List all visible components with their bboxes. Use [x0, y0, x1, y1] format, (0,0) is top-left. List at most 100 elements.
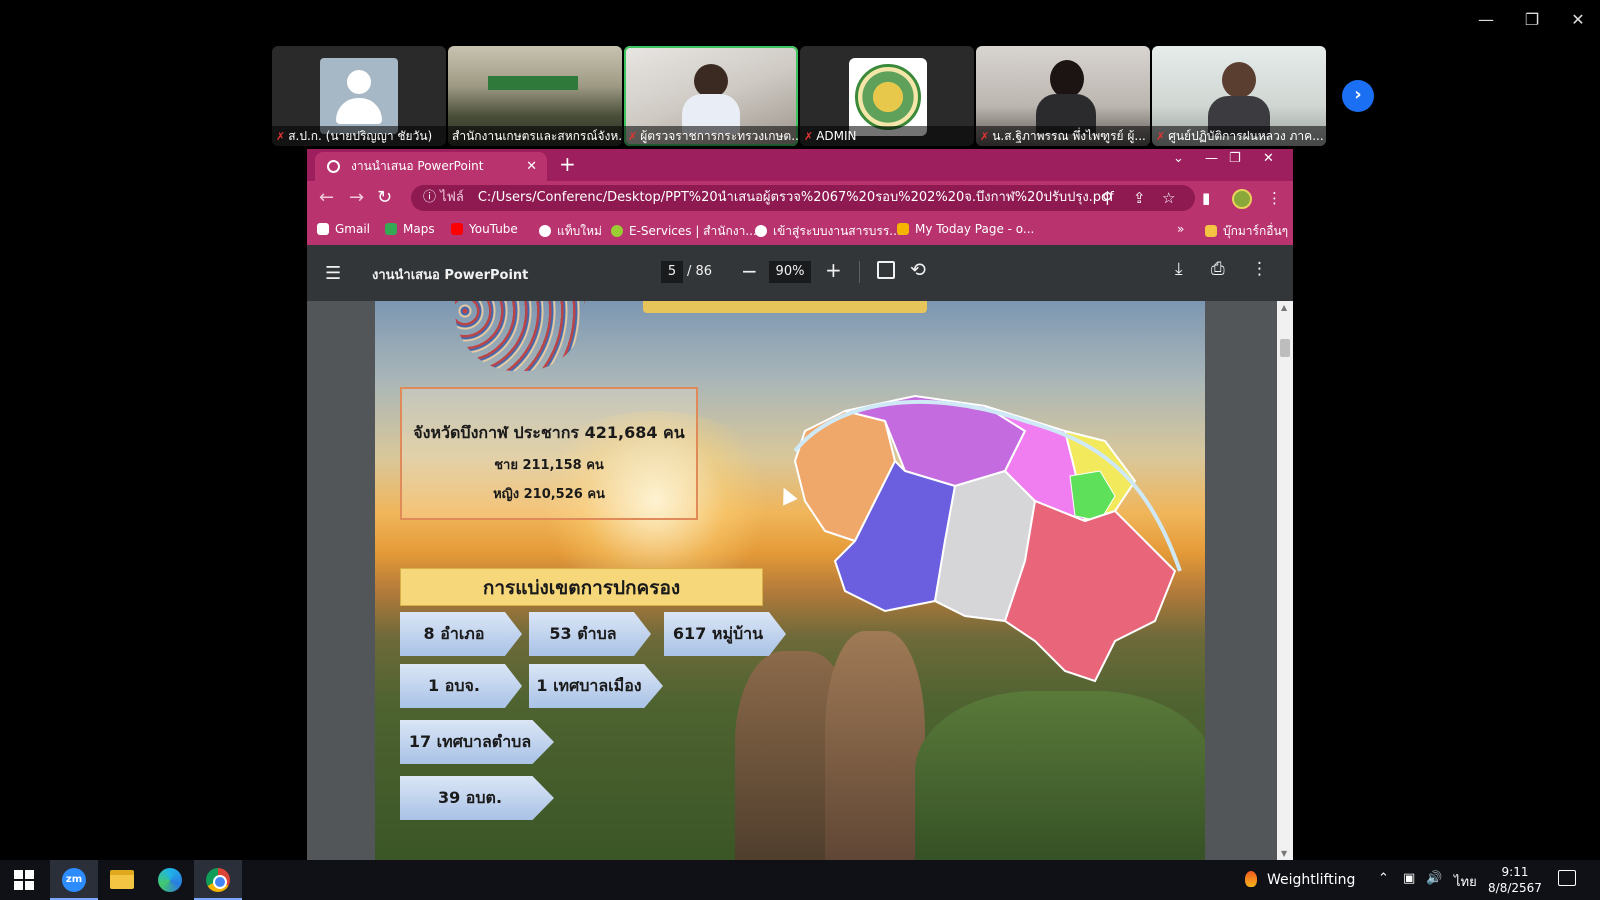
globe-icon	[755, 225, 767, 237]
rotate-icon[interactable]: ⟲	[910, 259, 926, 281]
print-icon[interactable]: ⎙	[1211, 259, 1225, 279]
address-toolbar: ← → ↻ ⓘ ไฟล์ C:/Users/Conferenc/Desktop/P…	[307, 181, 1293, 215]
browser-menu-icon[interactable]: ⋮	[1267, 189, 1282, 207]
eservices-icon	[611, 225, 623, 237]
tab-close-icon[interactable]: ✕	[526, 152, 537, 181]
url-scheme: ไฟล์	[440, 190, 464, 205]
bookmark-eservices[interactable]: E-Services | สำนักงา...	[611, 222, 757, 241]
pdf-toolbar: ☰ งานนำเสนอ PowerPoint 5 / 86 − 90% + ⟲ …	[307, 245, 1293, 301]
zoom-search-icon[interactable]: ⚲	[1102, 189, 1113, 207]
participant-tile[interactable]: สำนักงานเกษตรและสหกรณ์จังห...	[448, 46, 622, 146]
forest	[915, 691, 1205, 860]
participant-name: ศูนย์ปฏิบัติการฝนหลวง ภาค...	[1168, 129, 1324, 143]
folder-icon	[110, 870, 134, 889]
profile-avatar[interactable]	[1232, 189, 1252, 209]
more-options-icon[interactable]: ⋮	[1251, 259, 1268, 279]
weather-text: Weightlifting	[1267, 872, 1356, 888]
taskbar-edge[interactable]	[146, 860, 194, 900]
other-bookmarks[interactable]: บุ๊กมาร์กอื่นๆ	[1205, 222, 1288, 241]
info-icon: ⓘ	[423, 190, 441, 205]
network-icon[interactable]: ▣	[1403, 871, 1415, 886]
participant-tile[interactable]: ✗ ศูนย์ปฏิบัติการฝนหลวง ภาค...	[1152, 46, 1326, 146]
browser-tab[interactable]: งานนำเสนอ PowerPoint ✕	[315, 152, 547, 181]
participant-name: ADMIN	[816, 129, 857, 143]
notification-icon[interactable]	[1558, 870, 1576, 886]
back-icon[interactable]: ←	[319, 187, 334, 208]
taskbar-file-explorer[interactable]	[98, 860, 146, 900]
chrome-icon	[206, 868, 230, 892]
participant-name-bar: สำนักงานเกษตรและสหกรณ์จังห...	[448, 126, 622, 146]
my-today-icon	[897, 223, 909, 235]
page-total: / 86	[687, 264, 713, 279]
participant-strip: ✗ ส.ป.ก. (นายปริญญา ชัยวัน) สำนักงานเกษตร…	[272, 46, 1328, 146]
participant-tile[interactable]: ✗ ADMIN	[800, 46, 974, 146]
bookmark-maps[interactable]: Maps	[385, 222, 435, 236]
mic-muted-icon: ✗	[980, 130, 990, 143]
bookmarks-overflow-button[interactable]: »	[1177, 222, 1184, 236]
chip-tambon-municipality: 17 เทศบาลตำบล	[400, 720, 554, 764]
pdf-scrollbar[interactable]: ▲ ▼	[1277, 301, 1293, 860]
flame-icon	[1245, 871, 1257, 887]
folder-icon	[1205, 225, 1217, 237]
window-minimize-button[interactable]: —	[1471, 8, 1501, 32]
scroll-down-icon[interactable]: ▼	[1281, 849, 1287, 858]
page-number-input[interactable]: 5	[661, 261, 683, 283]
window-restore-button[interactable]: ❐	[1517, 8, 1547, 32]
scroll-up-icon[interactable]: ▲	[1281, 303, 1287, 312]
bookmark-youtube[interactable]: YouTube	[451, 222, 518, 236]
download-icon[interactable]: ⤓	[1175, 259, 1183, 279]
bookmark-star-icon[interactable]: ☆	[1162, 189, 1175, 207]
bookmark-new-tab[interactable]: แท็บใหม่	[539, 222, 602, 241]
scroll-thumb[interactable]	[1280, 339, 1290, 357]
taskbar-zoom[interactable]: zm	[50, 860, 98, 900]
url-text: C:/Users/Conferenc/Desktop/PPT%20นำเสนอผ…	[477, 190, 1114, 205]
tab-bar: งานนำเสนอ PowerPoint ✕ + ⌄ — ❐ ✕	[307, 149, 1293, 181]
toolbar-divider	[859, 261, 860, 283]
participant-tile[interactable]: ✗ น.ส.ฐิภาพรรณ พึ่งไพฑูรย์ ผู้...	[976, 46, 1150, 146]
avatar	[320, 58, 398, 134]
next-participants-button[interactable]: ›	[1342, 80, 1374, 112]
language-indicator[interactable]: ไทย	[1454, 871, 1477, 892]
crowd-graphic	[455, 301, 585, 371]
browser-close-button[interactable]: ✕	[1263, 151, 1274, 166]
participant-name-bar: ✗ ผู้ตรวจราชการกระทรวงเกษต...	[624, 126, 798, 146]
seal-logo	[849, 58, 927, 136]
windows-start-icon[interactable]	[14, 870, 34, 890]
population-total: จังหวัดบึงกาฬ ประชากร 421,684 คน	[413, 423, 685, 442]
bookmark-saraban[interactable]: เข้าสู่ระบบงานสารบรร...	[755, 222, 901, 241]
reload-icon[interactable]: ↻	[377, 187, 392, 208]
hamburger-menu-icon[interactable]: ☰	[325, 263, 341, 284]
participant-tile[interactable]: ✗ ส.ป.ก. (นายปริญญา ชัยวัน)	[272, 46, 446, 146]
globe-icon	[539, 225, 551, 237]
window-close-button[interactable]: ✕	[1563, 8, 1593, 32]
zoom-app-icon: zm	[62, 868, 86, 892]
fit-page-icon[interactable]	[877, 261, 895, 279]
participant-name: สำนักงานเกษตรและสหกรณ์จังห...	[452, 129, 622, 143]
participant-tile-active[interactable]: ✗ ผู้ตรวจราชการกระทรวงเกษต...	[624, 46, 798, 146]
bookmark-gmail[interactable]: Gmail	[317, 222, 370, 236]
zoom-out-button[interactable]: −	[741, 259, 758, 283]
tray-chevron-icon[interactable]: ⌃	[1378, 871, 1389, 886]
browser-minimize-button[interactable]: —	[1205, 151, 1218, 166]
share-icon[interactable]: ⇪	[1133, 189, 1146, 207]
address-bar[interactable]: ⓘ ไฟล์ C:/Users/Conferenc/Desktop/PPT%20น…	[411, 185, 1195, 211]
new-tab-button[interactable]: +	[559, 152, 576, 176]
person-head	[1222, 62, 1256, 98]
side-panel-icon[interactable]: ▮	[1202, 189, 1210, 207]
forward-icon[interactable]: →	[349, 187, 364, 208]
maps-icon	[385, 223, 397, 235]
tab-search-icon[interactable]: ⌄	[1173, 151, 1184, 166]
zoom-level-input[interactable]: 90%	[769, 261, 811, 283]
clock-time: 9:11	[1501, 865, 1529, 879]
bookmark-my-today[interactable]: My Today Page - o...	[897, 222, 1034, 236]
zoom-in-button[interactable]: +	[825, 258, 842, 282]
participant-name-bar: ✗ น.ส.ฐิภาพรรณ พึ่งไพฑูรย์ ผู้...	[976, 126, 1150, 146]
system-clock[interactable]: 9:11 8/8/2567	[1488, 864, 1542, 896]
desktop: — ❐ ✕ ✗ ส.ป.ก. (นายปริญญา ชัยวัน) สำนักงา…	[0, 0, 1600, 900]
volume-icon[interactable]: 🔊	[1426, 871, 1442, 886]
browser-restore-button[interactable]: ❐	[1229, 151, 1241, 166]
province-map	[793, 394, 1182, 683]
edge-icon	[158, 868, 182, 892]
weather-widget[interactable]: Weightlifting	[1245, 871, 1355, 888]
taskbar-chrome[interactable]	[194, 860, 242, 900]
